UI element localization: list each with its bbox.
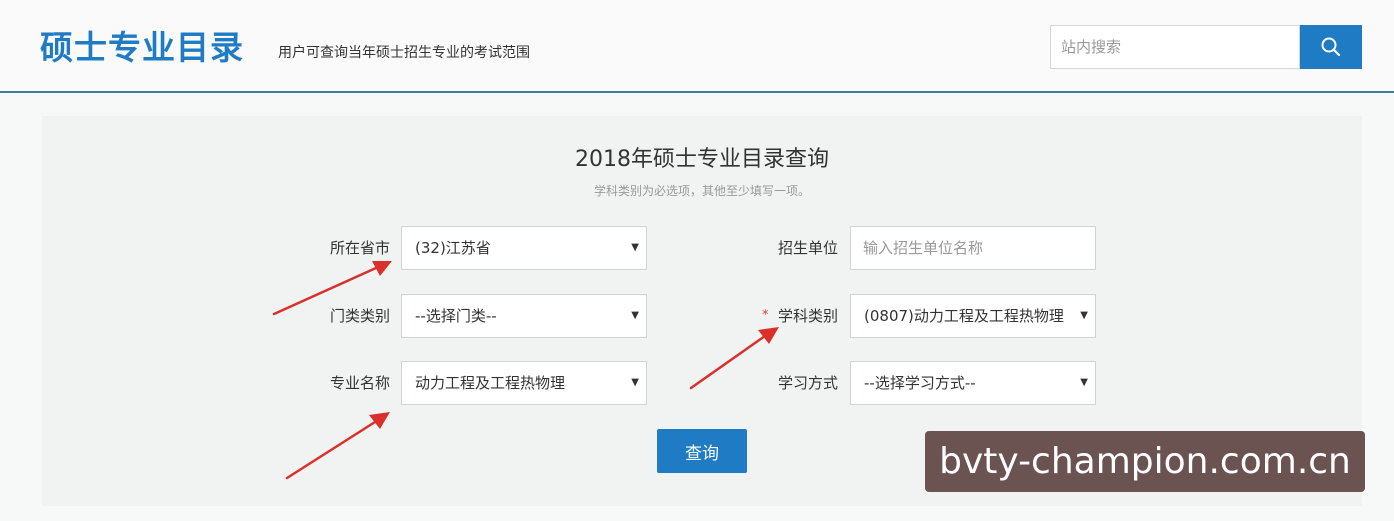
arrow-to-major-icon (285, 412, 390, 480)
arrow-to-province-icon (272, 261, 392, 316)
arrow-to-discipline-icon (689, 327, 779, 390)
watermark: bvty-champion.com.cn (925, 431, 1365, 492)
